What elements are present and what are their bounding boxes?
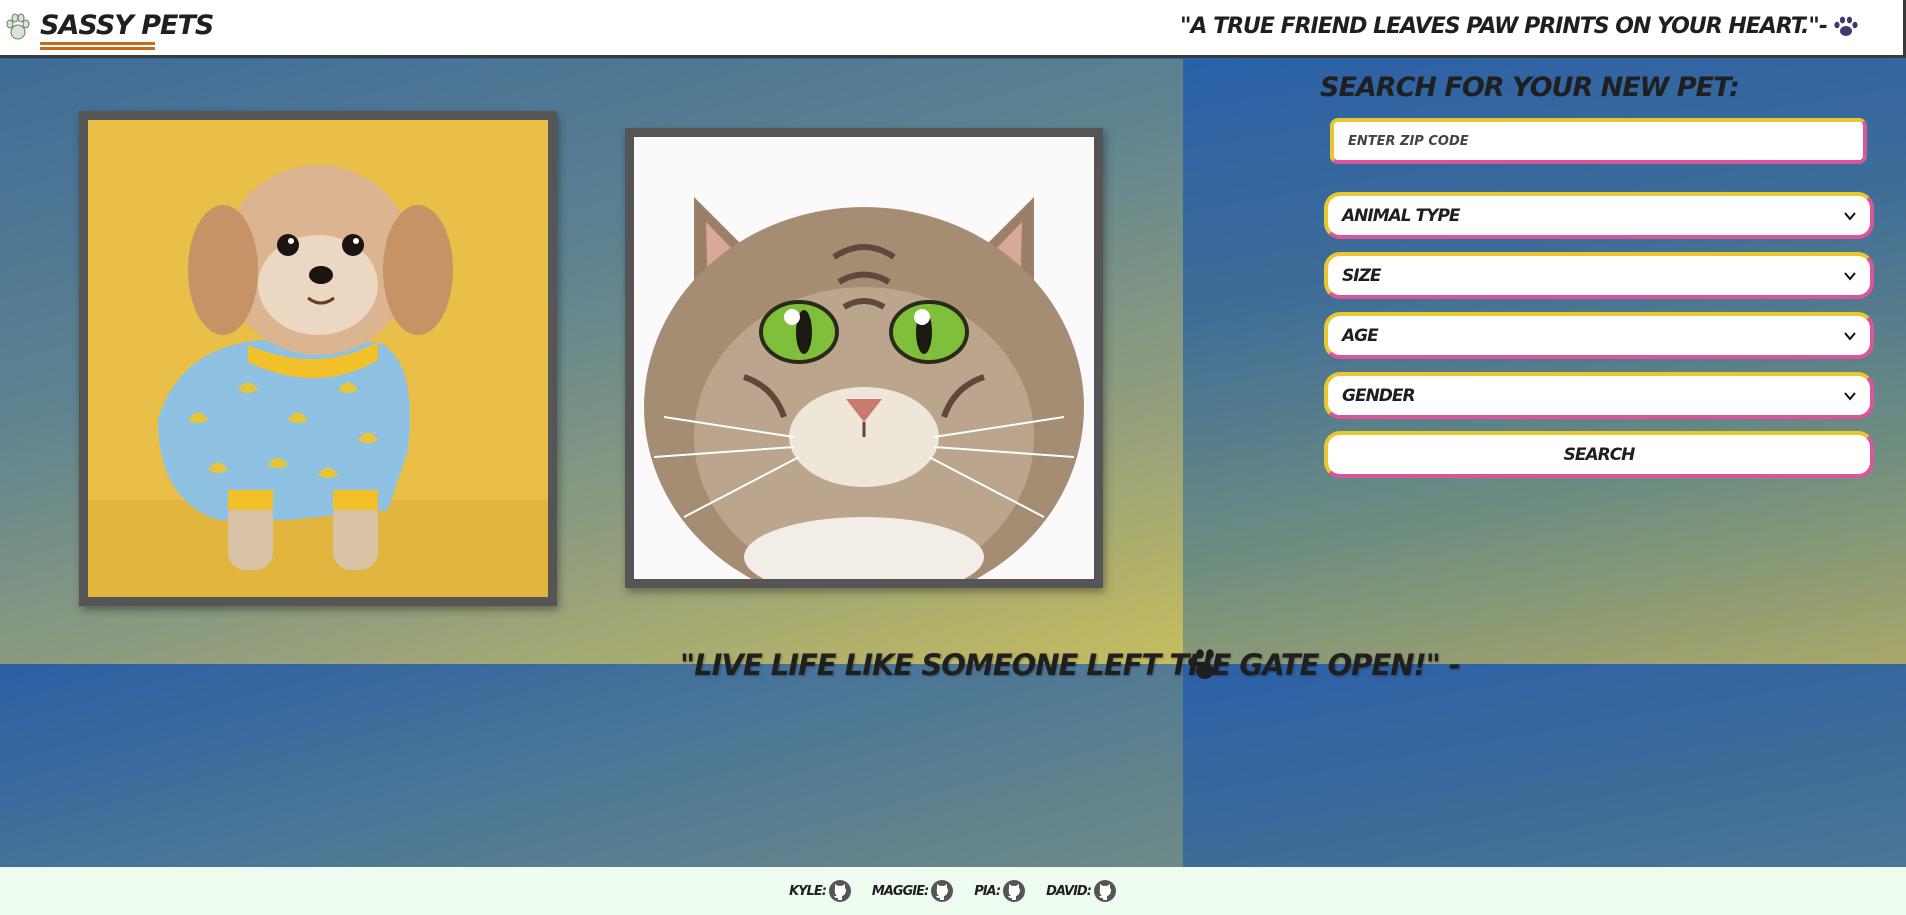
paw-icon bbox=[1188, 649, 1222, 679]
size-label: Size bbox=[1342, 265, 1382, 286]
search-button[interactable]: Search bbox=[1324, 431, 1874, 478]
github-icon[interactable] bbox=[1093, 879, 1117, 903]
animal-type-label: Animal Type bbox=[1342, 205, 1461, 226]
search-title: Search for your new pet: bbox=[1320, 72, 1740, 103]
chevron-down-icon bbox=[1844, 331, 1856, 341]
author-name: Maggie: bbox=[871, 883, 929, 899]
author-kyle: Kyle: bbox=[789, 879, 852, 903]
header-quote: "A true friend leaves paw prints on your… bbox=[1179, 14, 1828, 39]
github-icon[interactable] bbox=[828, 879, 852, 903]
github-icon[interactable] bbox=[930, 879, 954, 903]
gender-select[interactable]: Gender bbox=[1324, 372, 1874, 419]
age-select[interactable]: Age bbox=[1324, 312, 1874, 359]
author-name: David: bbox=[1046, 883, 1092, 899]
author-name: Kyle: bbox=[789, 883, 827, 899]
chevron-down-icon bbox=[1844, 271, 1856, 281]
dog-photo-frame bbox=[79, 111, 557, 606]
paw-icon bbox=[6, 13, 30, 40]
dog-photo bbox=[88, 120, 548, 597]
site-header: Sassy Pets "A true friend leaves paw pri… bbox=[0, 0, 1906, 58]
size-select[interactable]: Size bbox=[1324, 252, 1874, 299]
author-david: David: bbox=[1046, 879, 1117, 903]
site-footer: Kyle: Maggie: Pia: David: bbox=[0, 867, 1906, 915]
age-label: Age bbox=[1342, 325, 1379, 346]
lower-background-right bbox=[1183, 664, 1906, 867]
author-pia: Pia: bbox=[974, 879, 1026, 903]
cat-photo bbox=[634, 137, 1094, 579]
gender-label: Gender bbox=[1342, 385, 1416, 406]
github-icon[interactable] bbox=[1002, 879, 1026, 903]
author-maggie: Maggie: bbox=[872, 879, 954, 903]
middle-quote: "Live life like someone left the gate op… bbox=[680, 648, 1461, 682]
animal-type-select[interactable]: Animal Type bbox=[1324, 192, 1874, 239]
lower-background-left bbox=[0, 664, 1183, 867]
cat-photo-frame bbox=[625, 128, 1103, 588]
zip-code-input[interactable] bbox=[1330, 118, 1867, 164]
chevron-down-icon bbox=[1844, 211, 1856, 221]
chevron-down-icon bbox=[1844, 391, 1856, 401]
brand-underline bbox=[40, 42, 155, 52]
site-brand[interactable]: Sassy Pets bbox=[40, 10, 214, 42]
author-name: Pia: bbox=[974, 883, 1001, 899]
paw-icon bbox=[1834, 16, 1858, 36]
